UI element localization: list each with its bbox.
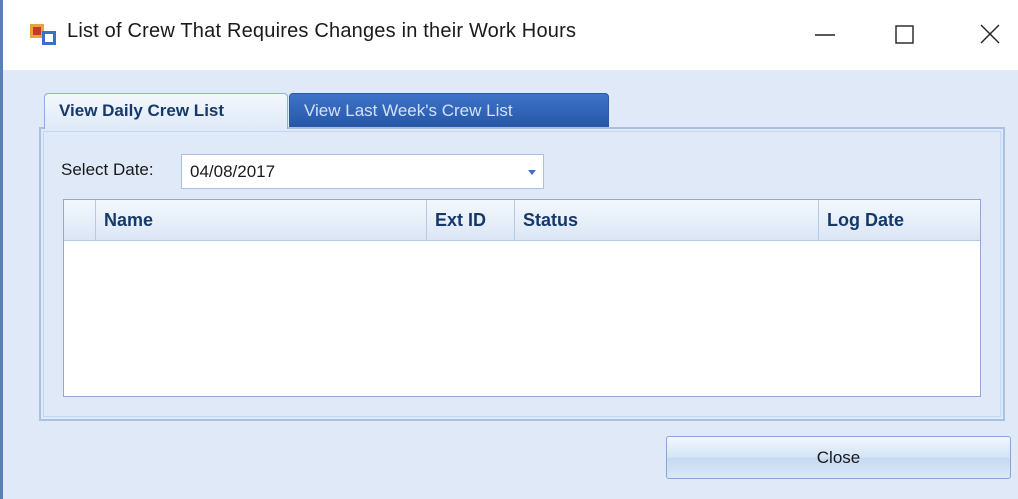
- grid-header: Name Ext ID Status Log Date: [64, 200, 980, 241]
- tab-label: View Last Week's Crew List: [304, 101, 513, 120]
- tab-label: View Daily Crew List: [59, 101, 225, 120]
- close-icon[interactable]: [970, 14, 1010, 54]
- dialog-window: List of Crew That Requires Changes in th…: [0, 0, 1018, 499]
- tab-view-daily-crew-list[interactable]: View Daily Crew List: [44, 93, 288, 129]
- column-header-log-date[interactable]: Log Date: [819, 200, 980, 240]
- minimize-icon[interactable]: [805, 14, 845, 54]
- chevron-down-icon[interactable]: [527, 168, 537, 176]
- column-header-name[interactable]: Name: [96, 200, 427, 240]
- close-button[interactable]: Close: [666, 436, 1011, 479]
- date-value[interactable]: 04/08/2017: [190, 162, 275, 182]
- column-header-status[interactable]: Status: [515, 200, 819, 240]
- window-title: List of Crew That Requires Changes in th…: [67, 20, 577, 42]
- tab-view-last-week-crew-list[interactable]: View Last Week's Crew List: [289, 93, 609, 127]
- select-date-label: Select Date:: [61, 160, 154, 179]
- date-picker[interactable]: 04/08/2017: [181, 154, 544, 189]
- row-indicator-header[interactable]: [64, 200, 96, 240]
- column-header-ext-id[interactable]: Ext ID: [427, 200, 515, 240]
- crew-grid[interactable]: Name Ext ID Status Log Date: [63, 199, 981, 397]
- maximize-icon[interactable]: [885, 14, 925, 54]
- title-bar[interactable]: List of Crew That Requires Changes in th…: [3, 0, 1018, 70]
- app-window-icon: [30, 24, 56, 45]
